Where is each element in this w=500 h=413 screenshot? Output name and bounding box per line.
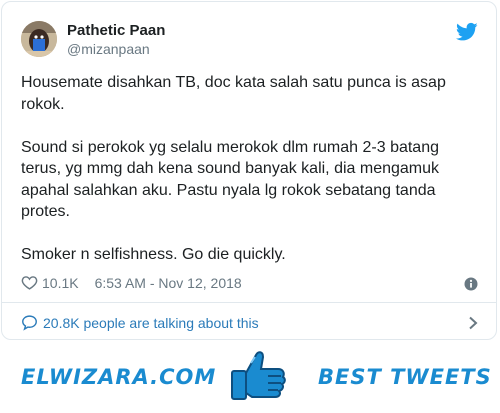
avatar-image: [21, 21, 57, 57]
tweet-card: Pathetic Paan @mizanpaan Housemate disah…: [1, 1, 497, 340]
thumbs-up-icon: [231, 351, 286, 400]
info-icon[interactable]: [464, 277, 478, 291]
tweet-timestamp[interactable]: 6:53 AM - Nov 12, 2018: [95, 275, 242, 291]
twitter-bird-icon[interactable]: [456, 22, 478, 42]
site-name[interactable]: ELWIZARA.COM: [21, 365, 216, 389]
speech-bubble-icon: [22, 315, 37, 331]
tweet-paragraph: Smoker n selfishness. Go die quickly.: [21, 246, 286, 263]
conversation-label: 20.8K people are talking about this: [43, 314, 259, 331]
tweet-paragraph: Housemate disahkan TB, doc kata salah sa…: [21, 74, 446, 113]
avatar[interactable]: [21, 21, 57, 57]
author-name[interactable]: Pathetic Paan: [67, 22, 165, 39]
tweet-meta: 10.1K 6:53 AM - Nov 12, 2018: [21, 274, 242, 291]
heart-icon[interactable]: [21, 274, 38, 291]
like-count[interactable]: 10.1K: [42, 275, 79, 291]
chevron-right-icon: [469, 316, 478, 329]
conversation-link[interactable]: 20.8K people are talking about this: [21, 314, 479, 331]
promo-banner: ELWIZARA.COM BEST TWEETS: [0, 343, 500, 413]
tweet-text: Housemate disahkan TB, doc kata salah sa…: [21, 72, 481, 266]
tweet-paragraph: Sound si perokok yg selalu merokok dlm r…: [21, 138, 440, 221]
banner-tagline: BEST TWEETS: [318, 365, 492, 389]
divider: [2, 302, 496, 303]
author-handle[interactable]: @mizanpaan: [67, 41, 150, 57]
